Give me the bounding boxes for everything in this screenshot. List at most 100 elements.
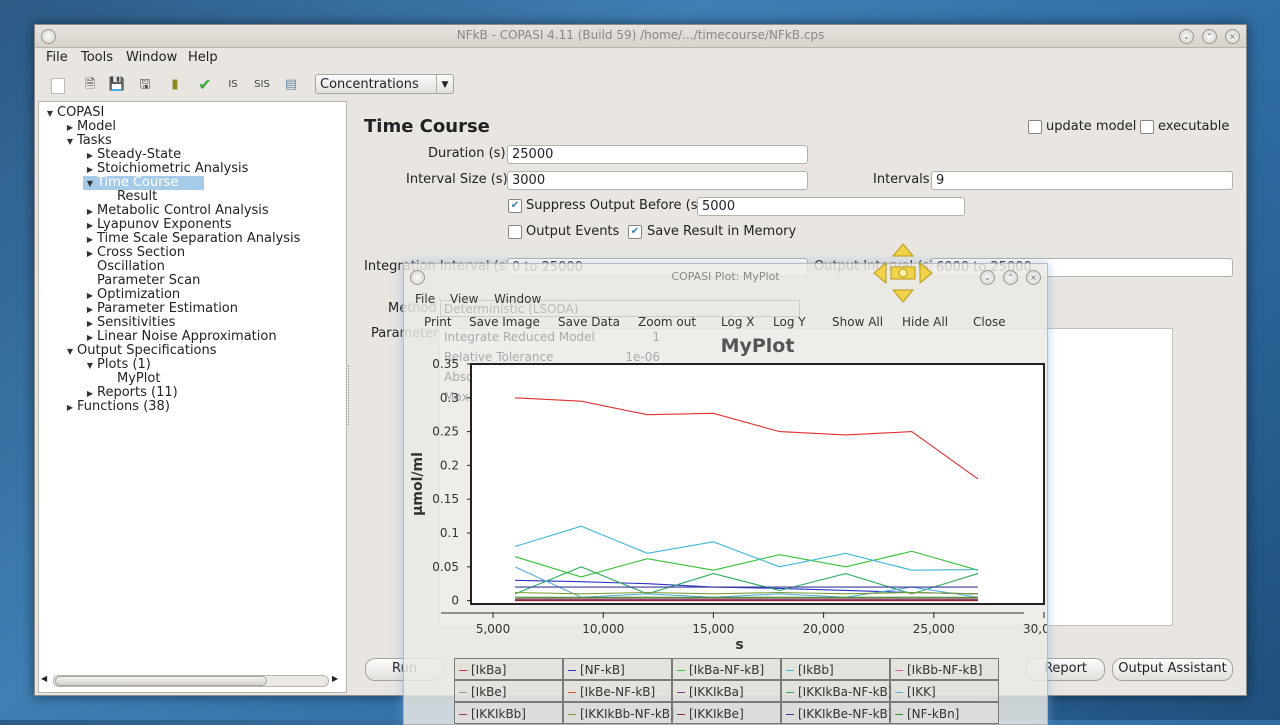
plot-print-button[interactable]: Print [424,315,452,329]
tree-item[interactable]: ▶ Parameter Estimation [83,302,238,316]
collapsed-arrow-icon[interactable]: ▶ [83,163,97,177]
expanded-arrow-icon[interactable]: ▼ [83,359,97,373]
title-bar[interactable]: NFkB - COPASI 4.11 (Build 59) /home/.../… [35,25,1246,48]
plot-window[interactable]: COPASI Plot: MyPlot ⌄ ⌃ × File View Wind… [403,263,1048,725]
plot-close-icon[interactable]: × [1026,270,1041,285]
legend-item[interactable]: [IKKIkBa-NF-kB] [781,680,892,702]
tree-item[interactable]: ▶ Steady-State [83,148,181,162]
tree-item[interactable]: ▶ Stoichiometric Analysis [83,162,249,177]
tree-item[interactable]: ▼ Tasks [63,134,112,148]
save-icon[interactable]: 💾 [107,75,127,95]
plot-show-all-button[interactable]: Show All [832,315,883,329]
output-events-checkbox[interactable] [508,225,522,239]
plot-save-data-button[interactable]: Save Data [558,315,620,329]
plot-menu-file[interactable]: File [415,292,435,306]
tree-item[interactable]: ▶ Model [63,120,116,134]
tree-item[interactable]: ▶ Metabolic Control Analysis [83,204,269,218]
legend-item[interactable]: [IKKIkBe] [672,702,781,724]
tree-item[interactable]: ▼ Output Specifications [63,344,217,358]
tree-item[interactable]: MyPlot [103,372,160,386]
collapsed-arrow-icon[interactable]: ▶ [83,317,97,331]
check-model-icon[interactable]: ▮ [165,75,185,95]
legend-item[interactable]: [IkBe] [454,680,563,702]
legend-item[interactable]: [IKKIkBe-NF-kB] [781,702,892,724]
check-icon[interactable]: ✔ [195,75,215,95]
open-file-icon[interactable]: 🗎 [80,75,100,95]
tree-item[interactable]: ▶ Sensitivities [83,316,175,330]
quantity-type-select[interactable]: Concentrations ▼ [315,74,454,94]
collapsed-arrow-icon[interactable]: ▶ [63,401,77,415]
scroll-left-icon[interactable]: ◀ [41,674,47,683]
legend-item[interactable]: [IkBa] [454,658,563,680]
expanded-arrow-icon[interactable]: ▼ [43,107,57,121]
plot-hide-all-button[interactable]: Hide All [902,315,948,329]
legend-item[interactable]: [NF-kBn] [890,702,999,724]
expanded-arrow-icon[interactable]: ▼ [63,345,77,359]
tree-item[interactable]: ▶ Optimization [83,288,180,302]
close-icon[interactable]: × [1225,29,1240,44]
plot-zoom-out-button[interactable]: Zoom out [638,315,696,329]
tree-horizontal-scrollbar[interactable]: ◀ ▶ [41,673,339,687]
menu-window[interactable]: Window [126,50,177,65]
splitter-handle[interactable] [348,365,352,425]
collapsed-arrow-icon[interactable]: ▶ [83,233,97,247]
legend-item[interactable]: [NF-kB] [563,658,672,680]
plot-close-button[interactable]: Close [973,315,1006,329]
menu-help[interactable]: Help [188,50,218,65]
collapsed-arrow-icon[interactable]: ▶ [63,121,77,135]
scroll-thumb[interactable] [55,676,267,686]
save-in-memory-checkbox[interactable]: ✔ [628,225,642,239]
tree-item[interactable]: ▶ Cross Section [83,246,185,260]
menu-tools[interactable]: Tools [81,50,113,65]
legend-item[interactable]: [IKKIkBa] [672,680,781,702]
collapsed-arrow-icon[interactable]: ▶ [83,149,97,163]
minimize-icon[interactable]: ⌄ [1179,29,1194,44]
tree-item[interactable]: ▶ Functions (38) [63,400,170,414]
tree-item[interactable]: Result [103,190,157,204]
legend-item[interactable]: [IkBb] [781,658,890,680]
collapsed-arrow-icon[interactable]: ▶ [83,205,97,219]
suppress-output-field[interactable]: 5000 [697,197,965,216]
interval-size-field[interactable]: 3000 [507,171,808,190]
tree-item[interactable]: ▶ Time Scale Separation Analysis [83,232,301,247]
collapsed-arrow-icon[interactable]: ▶ [83,289,97,303]
collapsed-arrow-icon[interactable]: ▶ [83,219,97,233]
intervals-field[interactable]: 9 [931,171,1233,190]
menu-file[interactable]: File [46,50,68,65]
tree-item[interactable]: Oscillation [83,260,165,274]
plot-log-x-button[interactable]: Log X [721,315,754,329]
export-sbml-icon[interactable]: SIS [252,75,272,95]
collapsed-arrow-icon[interactable]: ▶ [83,247,97,261]
expanded-arrow-icon[interactable]: ▼ [83,177,97,191]
tree-item[interactable]: ▼ Time Course [83,176,205,191]
plot-minimize-icon[interactable]: ⌄ [980,270,995,285]
legend-item[interactable]: [IkBe-NF-kB] [563,680,672,702]
update-model-checkbox[interactable] [1028,120,1042,134]
new-file-icon[interactable] [51,78,65,94]
executable-checkbox[interactable] [1140,120,1154,134]
output-assistant-button[interactable]: Output Assistant [1112,658,1233,681]
plot-save-image-button[interactable]: Save Image [469,315,540,329]
expanded-arrow-icon[interactable]: ▼ [63,135,77,149]
tree-item[interactable]: Parameter Scan [83,274,200,288]
slider-icon[interactable]: ▤ [281,75,301,95]
legend-item[interactable]: [IkBb-NF-kB] [890,658,999,680]
plot-maximize-icon[interactable]: ⌃ [1003,270,1018,285]
legend-item[interactable]: [IKKIkBb-NF-kB] [563,702,675,724]
tree-item[interactable]: ▶ Lyapunov Exponents [83,218,232,232]
plot-log-y-button[interactable]: Log Y [773,315,806,329]
duration-field[interactable]: 25000 [507,145,808,164]
tree-item[interactable]: ▼ COPASI [43,106,104,120]
scroll-right-icon[interactable]: ▶ [332,674,338,683]
legend-item[interactable]: [IKKIkBb] [454,702,563,724]
import-sbml-icon[interactable]: IS [223,75,243,95]
tree-item[interactable]: ▼ Plots (1) [83,358,151,372]
collapsed-arrow-icon[interactable]: ▶ [83,303,97,317]
tree-item[interactable]: ▶ Linear Noise Approximation [83,330,277,344]
tree-item[interactable]: ▶ Reports (11) [83,386,178,400]
save-as-icon[interactable]: 🖫 [135,75,155,95]
suppress-output-checkbox[interactable]: ✔ [508,199,522,213]
legend-item[interactable]: [IKK] [890,680,999,702]
legend-item[interactable]: [IkBa-NF-kB] [672,658,781,680]
maximize-icon[interactable]: ⌃ [1202,29,1217,44]
